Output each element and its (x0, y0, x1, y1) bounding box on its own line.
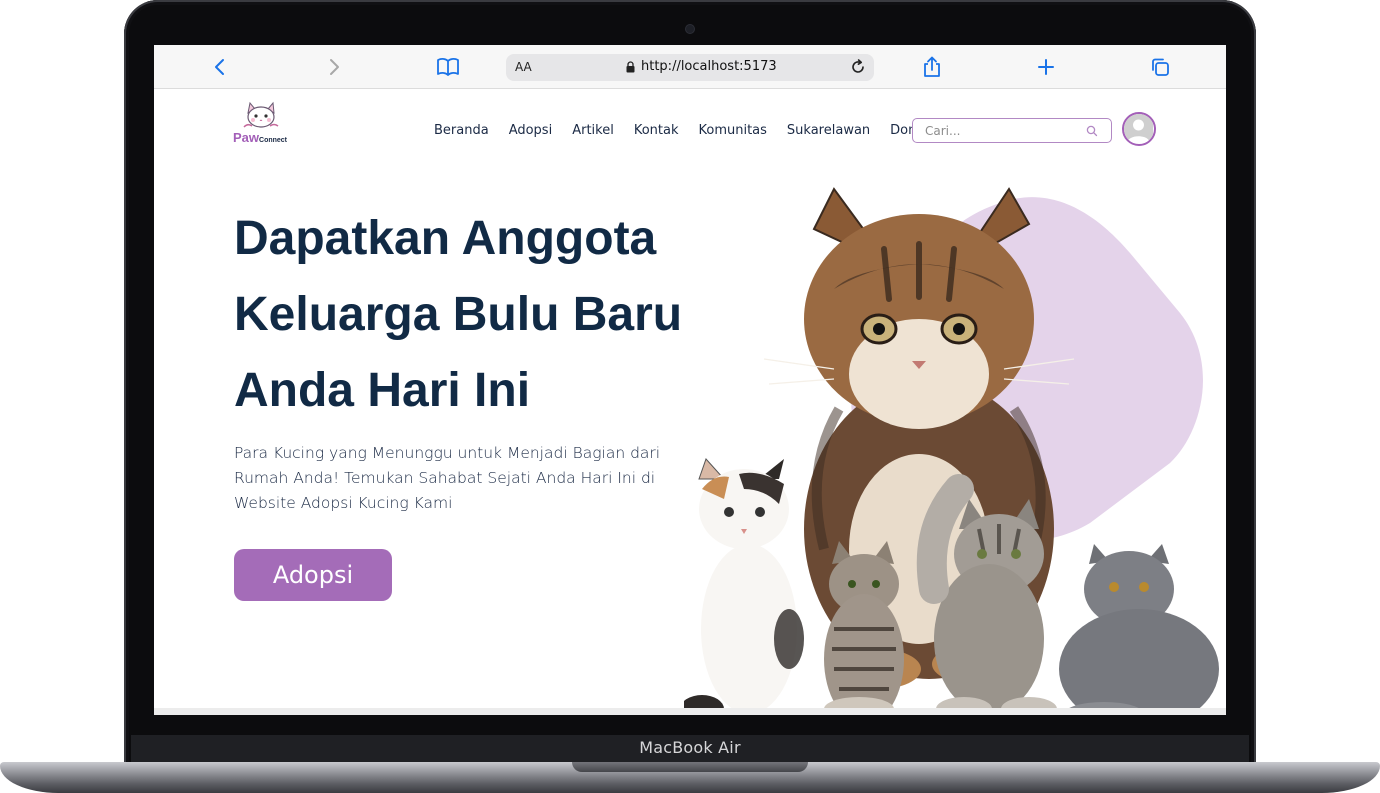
nav-item-sukarelawan[interactable]: Sukarelawan (787, 123, 870, 138)
logo-word-connect: Connect (259, 137, 288, 144)
logo-wordmark: PawConnect (233, 130, 287, 145)
chevron-right-icon[interactable] (322, 55, 346, 79)
reload-icon[interactable] (848, 56, 868, 78)
hero-title: Dapatkan Anggota Keluarga Bulu Baru Anda… (234, 212, 683, 417)
adopsi-button[interactable]: Adopsi (234, 549, 392, 601)
device-model-label: MacBook Air (639, 738, 741, 757)
address-bar[interactable]: AA http://localhost:5173 (506, 54, 874, 81)
chevron-left-icon[interactable] (208, 55, 232, 79)
search-icon[interactable] (1085, 124, 1099, 138)
url-text: http://localhost:5173 (641, 59, 777, 74)
screen: AA http://localhost:5173 PawConnect Bera… (154, 45, 1226, 715)
tabby-kitten-image (824, 541, 904, 709)
browser-toolbar: AA http://localhost:5173 (154, 45, 1226, 89)
nav-item-artikel[interactable]: Artikel (572, 123, 614, 138)
laptop-frame: AA http://localhost:5173 PawConnect Bera… (0, 0, 1380, 793)
lock-icon (626, 60, 635, 72)
cats-illustration (684, 187, 1219, 709)
user-icon (1124, 114, 1153, 143)
camera-icon (686, 25, 694, 33)
grey-shorthair-cat-image (1059, 544, 1219, 709)
laptop-notch (572, 762, 808, 772)
nav-item-beranda[interactable]: Beranda (434, 123, 489, 138)
logo-word-paw: Paw (233, 130, 260, 145)
cat-logo-icon (243, 101, 279, 128)
nav-item-adopsi[interactable]: Adopsi (509, 123, 553, 138)
hero-description: Para Kucing yang Menunggu untuk Menjadi … (234, 444, 661, 512)
nav-item-kontak[interactable]: Kontak (634, 123, 679, 138)
reader-aa-button[interactable]: AA (515, 60, 532, 74)
search-input[interactable] (925, 122, 1075, 139)
page-footer-divider (154, 708, 1226, 715)
user-avatar[interactable] (1122, 112, 1156, 146)
url-field[interactable]: http://localhost:5173 (626, 59, 777, 74)
tabs-icon[interactable] (1148, 55, 1172, 79)
book-icon[interactable] (436, 55, 460, 79)
web-page: PawConnect Beranda Adopsi Artikel Kontak… (154, 89, 1226, 715)
calico-kitten-image (684, 458, 804, 709)
plus-icon[interactable] (1034, 55, 1058, 79)
nav-item-komunitas[interactable]: Komunitas (699, 123, 767, 138)
pawconnect-logo[interactable]: PawConnect (230, 99, 292, 145)
share-icon[interactable] (920, 55, 944, 79)
search-box (912, 118, 1112, 143)
main-nav: Beranda Adopsi Artikel Kontak Komunitas … (434, 123, 955, 138)
